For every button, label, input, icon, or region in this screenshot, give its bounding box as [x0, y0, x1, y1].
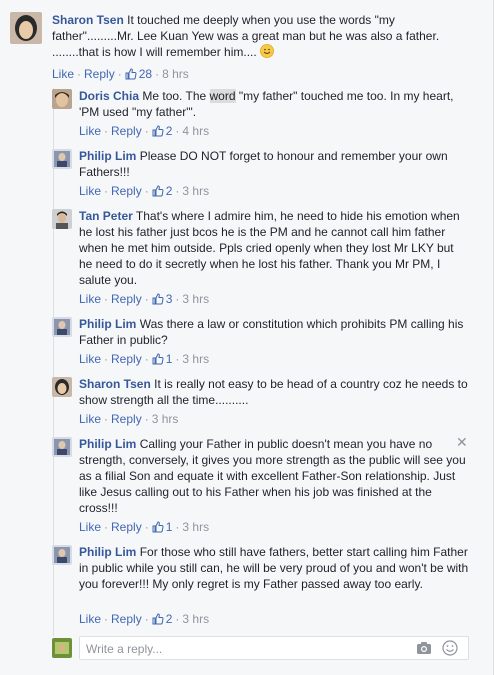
comment-thread: Sharon Tsen It touched me deeply when yo… — [0, 0, 494, 675]
reply-tan-peter: Tan Peter That's where I admire him, he … — [52, 208, 482, 308]
reply-placeholder: Write a reply... — [86, 642, 163, 656]
camera-icon[interactable] — [416, 641, 432, 658]
reply-link[interactable]: Reply — [111, 612, 142, 626]
author-name[interactable]: Philip Lim — [79, 149, 136, 163]
comment-body: Philip Lim Please DO NOT forget to honou… — [79, 148, 469, 180]
reply-philip-lim: Philip Lim For those who still have fath… — [52, 544, 482, 628]
reply-link[interactable]: Reply — [111, 520, 142, 534]
reply-link[interactable]: Reply — [84, 67, 115, 81]
author-name[interactable]: Doris Chia — [79, 89, 139, 103]
thumbs-up-icon — [152, 293, 164, 308]
thumbs-up-icon — [152, 125, 164, 140]
comment-body: Philip Lim Calling your Father in public… — [79, 436, 469, 516]
reply-philip-lim: Philip Lim Calling your Father in public… — [52, 436, 482, 536]
comment-actions: Like · Reply · 3 hrs — [79, 412, 179, 426]
timestamp[interactable]: 8 hrs — [162, 67, 189, 81]
thumbs-up-icon — [152, 185, 164, 200]
comment-body: Sharon Tsen It touched me deeply when yo… — [52, 12, 452, 60]
thumbs-up-icon — [125, 68, 137, 83]
comment-text: Calling your Father in public doesn't me… — [79, 437, 466, 515]
avatar[interactable] — [52, 209, 72, 229]
timestamp[interactable]: 3 hrs — [182, 292, 209, 306]
timestamp[interactable]: 3 hrs — [182, 184, 209, 198]
author-name[interactable]: Philip Lim — [79, 545, 136, 559]
avatar[interactable] — [52, 317, 72, 337]
reply-link[interactable]: Reply — [111, 184, 142, 198]
reply-doris-chia: Doris Chia Me too. The word "my father" … — [52, 88, 482, 140]
comment-body: Sharon Tsen It is really not easy to be … — [79, 376, 469, 408]
comment-actions: Like · Reply · 28 · 8 hrs — [52, 67, 189, 81]
close-icon[interactable]: ✕ — [456, 434, 468, 451]
comment-text: For those who still have fathers, better… — [79, 545, 469, 591]
like-link[interactable]: Like — [79, 184, 101, 198]
comment-actions: Like · Reply · 2 · 3 hrs — [79, 184, 210, 200]
comment-body: Philip Lim For those who still have fath… — [79, 544, 469, 592]
like-link[interactable]: Like — [79, 412, 101, 426]
avatar[interactable] — [52, 89, 72, 109]
like-link[interactable]: Like — [52, 67, 74, 81]
avatar[interactable] — [10, 12, 42, 44]
author-name[interactable]: Sharon Tsen — [79, 377, 151, 391]
author-name[interactable]: Philip Lim — [79, 317, 136, 331]
reply-philip-lim: Philip Lim Please DO NOT forget to honou… — [52, 148, 482, 200]
author-name[interactable]: Tan Peter — [79, 209, 133, 223]
like-count[interactable]: 2 — [152, 612, 172, 628]
comment-body: Tan Peter That's where I admire him, he … — [79, 208, 469, 288]
reply-philip-lim: Philip Lim Was there a law or constituti… — [52, 316, 482, 368]
smiley-icon — [260, 44, 275, 58]
comment-body: Doris Chia Me too. The word "my father" … — [79, 88, 469, 120]
reply-link[interactable]: Reply — [111, 292, 142, 306]
reply-link[interactable]: Reply — [111, 352, 142, 366]
timestamp[interactable]: 3 hrs — [182, 612, 209, 626]
thumbs-up-icon — [152, 521, 164, 536]
author-name[interactable]: Sharon Tsen — [52, 13, 124, 27]
like-link[interactable]: Like — [79, 520, 101, 534]
comment-text: Was there a law or constitution which pr… — [79, 317, 464, 347]
like-count[interactable]: 1 — [152, 520, 172, 536]
reply-input[interactable]: Write a reply... — [79, 636, 469, 660]
thumbs-up-icon — [152, 353, 164, 368]
like-link[interactable]: Like — [79, 292, 101, 306]
like-count[interactable]: 2 — [152, 184, 172, 200]
timestamp[interactable]: 3 hrs — [182, 520, 209, 534]
highlighted-word: word — [209, 89, 236, 103]
like-link[interactable]: Like — [79, 352, 101, 366]
comment-actions: Like · Reply · 2 · 4 hrs — [79, 124, 210, 140]
current-user-avatar — [52, 638, 72, 658]
like-link[interactable]: Like — [79, 612, 101, 626]
comment-body: Philip Lim Was there a law or constituti… — [79, 316, 469, 348]
timestamp[interactable]: 4 hrs — [182, 124, 209, 138]
timestamp[interactable]: 3 hrs — [182, 352, 209, 366]
comment-sharon-tsen: Sharon Tsen It touched me deeply when yo… — [10, 12, 480, 82]
comment-text: That's where I admire him, he need to hi… — [79, 209, 460, 287]
comment-actions: Like · Reply · 3 · 3 hrs — [79, 292, 210, 308]
like-count[interactable]: 3 — [152, 292, 172, 308]
like-count[interactable]: 28 — [125, 67, 152, 81]
like-count[interactable]: 1 — [152, 352, 172, 368]
reply-sharon-tsen: Sharon Tsen It is really not easy to be … — [52, 376, 482, 428]
comment-actions: Like · Reply · 1 · 3 hrs — [79, 520, 210, 536]
comment-actions: Like · Reply · 2 · 3 hrs — [79, 612, 210, 628]
author-name[interactable]: Philip Lim — [79, 437, 136, 451]
thumbs-up-icon — [152, 613, 164, 628]
avatar[interactable] — [52, 377, 72, 397]
comment-actions: Like · Reply · 1 · 3 hrs — [79, 352, 210, 368]
avatar[interactable] — [52, 437, 72, 457]
reply-link[interactable]: Reply — [111, 124, 142, 138]
like-count[interactable]: 2 — [152, 124, 172, 140]
smiley-icon[interactable] — [442, 640, 458, 659]
avatar[interactable] — [52, 545, 72, 565]
timestamp[interactable]: 3 hrs — [152, 412, 179, 426]
avatar[interactable] — [52, 149, 72, 169]
reply-link[interactable]: Reply — [111, 412, 142, 426]
like-link[interactable]: Like — [79, 124, 101, 138]
